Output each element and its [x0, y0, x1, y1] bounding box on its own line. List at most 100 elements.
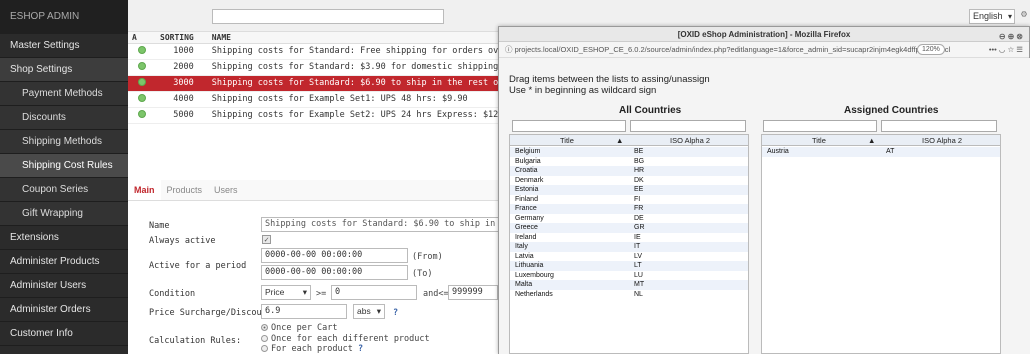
table-row[interactable]: 3000 Shipping costs for Standard: $6.90 t…	[128, 75, 544, 92]
iso-filter-input[interactable]	[630, 120, 746, 132]
sidebar-item-administer-orders[interactable]: Administer Orders	[0, 298, 128, 322]
assigned-iso-filter-input[interactable]	[881, 120, 997, 132]
sidebar-item-shipping-methods[interactable]: Shipping Methods	[0, 130, 128, 154]
window-titlebar[interactable]: [OXID eShop Administration] - Mozilla Fi…	[499, 27, 1029, 42]
country-title: Finland	[515, 195, 538, 203]
more-icon[interactable]: •••	[989, 45, 997, 54]
country-row[interactable]: Netherlands NL	[510, 290, 748, 300]
condition-to-field[interactable]: 999999	[448, 285, 498, 300]
calc-rule-option[interactable]: Once per Cart	[261, 323, 430, 334]
country-row[interactable]: Estonia EE	[510, 185, 748, 195]
active-status-icon	[128, 107, 156, 124]
close-icon[interactable]: ⊗	[1016, 32, 1025, 41]
country-title: Bulgaria	[515, 157, 541, 165]
from-suffix: (From)	[412, 252, 443, 262]
menu-icon[interactable]: ☰	[1016, 45, 1023, 54]
sidebar-item-shop-settings[interactable]: Shop Settings	[0, 58, 128, 82]
surcharge-type-select[interactable]: abs ▾	[353, 304, 385, 319]
info-icon[interactable]: ⓘ	[505, 45, 513, 54]
maximize-icon[interactable]: ⊕	[1008, 32, 1017, 41]
help-icon[interactable]: ?	[358, 344, 363, 354]
surcharge-field[interactable]: 6.9	[261, 304, 347, 319]
name-cell[interactable]: Shipping costs for Example Set1: UPS 48 …	[207, 91, 544, 108]
shipping-rules-table: A SORTING NAME 1000 Shipping costs for St…	[128, 32, 544, 124]
sidebar-item-shipping-cost-rules[interactable]: Shipping Cost Rules	[0, 154, 128, 178]
country-row[interactable]: Malta MT	[510, 280, 748, 290]
language-select[interactable]: English ▾	[969, 9, 1015, 24]
tab-main[interactable]: Main	[128, 180, 161, 200]
col-sorting[interactable]: SORTING	[156, 32, 208, 44]
country-iso: IT	[634, 243, 641, 250]
country-row[interactable]: Austria AT	[762, 147, 1000, 157]
sidebar-item-extensions[interactable]: Extensions	[0, 226, 128, 250]
sidebar-item-discounts[interactable]: Discounts	[0, 106, 128, 130]
gear-icon[interactable]: ⚙	[1021, 9, 1027, 20]
country-row[interactable]: Belgium BE	[510, 147, 748, 157]
sidebar-item-coupon-series[interactable]: Coupon Series	[0, 178, 128, 202]
country-row[interactable]: Germany DE	[510, 214, 748, 224]
name-field[interactable]: Shipping costs for Standard: $6.90 to sh…	[261, 217, 501, 232]
always-active-checkbox[interactable]: ✓	[262, 235, 271, 244]
all-countries-list[interactable]: Title ▲ ISO Alpha 2 Belgium BE Bulgaria BG C…	[509, 134, 749, 354]
tab-products[interactable]: Products	[161, 180, 209, 200]
country-row[interactable]: Croatia HR	[510, 166, 748, 176]
sidebar-item-master-settings[interactable]: Master Settings	[0, 34, 128, 58]
condition-select[interactable]: Price ▾	[261, 285, 311, 300]
country-row[interactable]: Latvia LV	[510, 252, 748, 262]
radio-unchecked[interactable]	[261, 334, 268, 342]
country-row[interactable]: Lithuania LT	[510, 261, 748, 271]
country-row[interactable]: France FR	[510, 204, 748, 214]
sidebar-item-customer-info[interactable]: Customer Info	[0, 322, 128, 346]
title-filter-input[interactable]	[512, 120, 626, 132]
country-row[interactable]: Ireland IE	[510, 233, 748, 243]
name-cell[interactable]: Shipping costs for Standard: $6.90 to sh…	[207, 75, 544, 92]
name-cell[interactable]: Shipping costs for Standard: $3.90 for d…	[207, 59, 544, 76]
col-iso[interactable]: ISO Alpha 2	[922, 135, 962, 146]
sort-asc-icon[interactable]: ▲	[868, 135, 875, 146]
table-row[interactable]: 4000 Shipping costs for Example Set1: UPS…	[128, 91, 544, 108]
radio-unchecked[interactable]	[261, 345, 268, 352]
sidebar-item-administer-products[interactable]: Administer Products	[0, 250, 128, 274]
name-cell[interactable]: Shipping costs for Example Set2: UPS 24 …	[207, 107, 544, 124]
calc-rule-option[interactable]: Once for each different product	[261, 334, 430, 345]
country-row[interactable]: Luxembourg LU	[510, 271, 748, 281]
active-from-field[interactable]: 0000-00-00 00:00:00	[261, 248, 408, 263]
minimize-icon[interactable]: ⊖	[999, 32, 1008, 41]
country-iso: HR	[634, 167, 645, 174]
sort-asc-icon[interactable]: ▲	[616, 135, 623, 146]
country-row[interactable]: Finland FI	[510, 195, 748, 205]
name-cell[interactable]: Shipping costs for Standard: Free shippi…	[207, 43, 544, 60]
sidebar-item-payment-methods[interactable]: Payment Methods	[0, 82, 128, 106]
sidebar-item-gift-wrapping[interactable]: Gift Wrapping	[0, 202, 128, 226]
country-row[interactable]: Greece GR	[510, 223, 748, 233]
col-active[interactable]: A	[128, 32, 156, 44]
always-active-label: Always active	[149, 236, 216, 246]
condition-from-field[interactable]: 0	[331, 285, 417, 300]
active-to-field[interactable]: 0000-00-00 00:00:00	[261, 265, 408, 280]
col-title[interactable]: Title	[560, 135, 574, 146]
col-name[interactable]: NAME	[207, 32, 544, 44]
country-title: Denmark	[515, 176, 544, 184]
help-icon[interactable]: ?	[393, 308, 398, 318]
name-filter-input[interactable]	[212, 9, 444, 24]
pocket-icon[interactable]: ◡	[999, 45, 1006, 54]
chevron-down-icon: ▾	[1007, 12, 1012, 21]
sidebar-item-administer-users[interactable]: Administer Users	[0, 274, 128, 298]
assigned-countries-list[interactable]: Title ▲ ISO Alpha 2 Austria AT	[761, 134, 1001, 354]
col-iso[interactable]: ISO Alpha 2	[670, 135, 710, 146]
country-row[interactable]: Bulgaria BG	[510, 157, 748, 167]
col-title[interactable]: Title	[812, 135, 826, 146]
zoom-level[interactable]: 120%	[917, 44, 945, 55]
table-row[interactable]: 2000 Shipping costs for Standard: $3.90 f…	[128, 59, 544, 76]
calc-rule-option[interactable]: For each product ?	[261, 344, 430, 354]
country-row[interactable]: Italy IT	[510, 242, 748, 252]
bookmark-star-icon[interactable]: ☆	[1007, 45, 1014, 54]
assigned-title-filter-input[interactable]	[763, 120, 877, 132]
radio-checked[interactable]	[261, 324, 268, 331]
country-row[interactable]: Denmark DK	[510, 176, 748, 186]
url-bar[interactable]: ⓘ projects.local/OXID_ESHOP_CE_6.0.2/sou…	[499, 42, 1029, 58]
table-row[interactable]: 5000 Shipping costs for Example Set2: UPS…	[128, 107, 544, 124]
assign-countries-window: [OXID eShop Administration] - Mozilla Fi…	[498, 26, 1030, 354]
table-row[interactable]: 1000 Shipping costs for Standard: Free sh…	[128, 43, 544, 60]
tab-users[interactable]: Users	[208, 180, 244, 200]
